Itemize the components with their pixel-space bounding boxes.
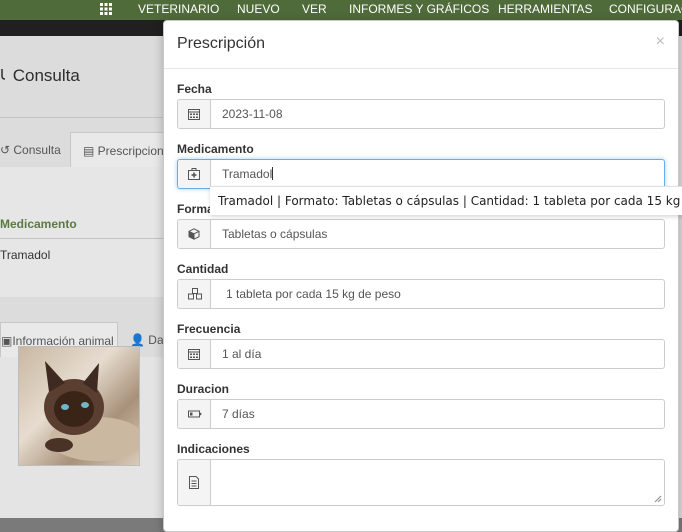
medicamento-column-header: Medicamento — [0, 217, 77, 231]
fecha-label: Fecha — [177, 82, 212, 96]
formato-field[interactable]: Tabletas o cápsulas — [177, 219, 665, 249]
text-caret — [272, 167, 274, 180]
close-icon[interactable]: × — [656, 33, 665, 51]
medicamento-label: Medicamento — [177, 142, 254, 156]
resize-handle-icon[interactable] — [654, 495, 662, 503]
nav-item-nuevo[interactable]: NUEVO — [237, 2, 280, 16]
calendar-icon-addon — [178, 340, 211, 368]
document-icon — [189, 476, 199, 489]
medicamento-field[interactable]: Tramadol — [177, 159, 665, 189]
calendar-icon — [188, 349, 200, 360]
stethoscope-icon — [1, 69, 6, 80]
frecuencia-label: Frecuencia — [177, 322, 241, 336]
prescriptions-panel — [0, 167, 170, 297]
prescription-icon: ▤ — [83, 144, 98, 158]
nav-item-herramientas[interactable]: HERRAMIENTAS — [498, 2, 592, 16]
apps-grid-icon[interactable] — [100, 3, 112, 15]
medicamento-cell: Tramadol — [0, 248, 51, 262]
nav-item-ver[interactable]: VER — [302, 2, 327, 16]
frecuencia-field[interactable]: 1 al día — [177, 339, 665, 369]
formato-value: Tabletas o cápsulas — [222, 227, 328, 241]
indicaciones-textarea[interactable] — [177, 459, 665, 506]
modal-title: Prescripción — [177, 35, 266, 52]
medicamento-input: Tramadol — [222, 167, 274, 181]
tab-consulta[interactable]: ↺ Consulta — [0, 132, 68, 168]
divider — [0, 238, 170, 239]
animal-icon: ▣ — [1, 334, 13, 348]
nav-item-configuracion[interactable]: CONFIGURAC — [609, 2, 682, 16]
user-icon: 👤 — [130, 333, 149, 347]
frecuencia-value: 1 al día — [222, 347, 262, 361]
divider — [0, 117, 170, 118]
medkit-icon — [188, 168, 200, 180]
fecha-field[interactable]: 2023-11-08 — [177, 99, 665, 129]
cubes-icon-addon — [178, 280, 211, 308]
modal-header: Prescripción × — [164, 21, 678, 69]
battery-icon-addon — [178, 400, 211, 428]
nav-item-informes[interactable]: INFORMES Y GRÁFICOS — [349, 2, 489, 16]
indicaciones-label: Indicaciones — [177, 442, 250, 456]
duracion-label: Duracion — [177, 382, 230, 396]
cube-icon — [188, 228, 200, 240]
duracion-field[interactable]: 7 días — [177, 399, 665, 429]
medkit-icon-addon — [178, 160, 211, 188]
cantidad-value: 1 tableta por cada 15 kg de peso — [226, 287, 401, 301]
page-title: Consulta — [0, 66, 80, 86]
cantidad-field[interactable]: 1 tableta por cada 15 kg de peso — [177, 279, 665, 309]
animal-photo — [18, 346, 140, 466]
calendar-icon-addon — [178, 100, 211, 128]
autocomplete-suggestion[interactable]: Tramadol | Formato: Tabletas o cápsulas … — [210, 186, 682, 215]
prescription-modal: Prescripción × Fecha 2023-11-08 Medicame… — [163, 20, 679, 532]
cube-icon-addon — [178, 220, 211, 248]
cantidad-label: Cantidad — [177, 262, 229, 276]
calendar-icon — [188, 109, 200, 120]
duracion-value: 7 días — [222, 407, 255, 421]
cubes-icon — [188, 288, 202, 300]
history-icon: ↺ — [0, 143, 14, 157]
nav-item-veterinario[interactable]: VETERINARIO — [138, 2, 219, 16]
fecha-value: 2023-11-08 — [222, 107, 283, 121]
document-icon-addon — [178, 460, 211, 505]
top-navigation-bar: VETERINARIO NUEVO VER INFORMES Y GRÁFICO… — [0, 0, 682, 20]
battery-icon — [188, 410, 202, 418]
